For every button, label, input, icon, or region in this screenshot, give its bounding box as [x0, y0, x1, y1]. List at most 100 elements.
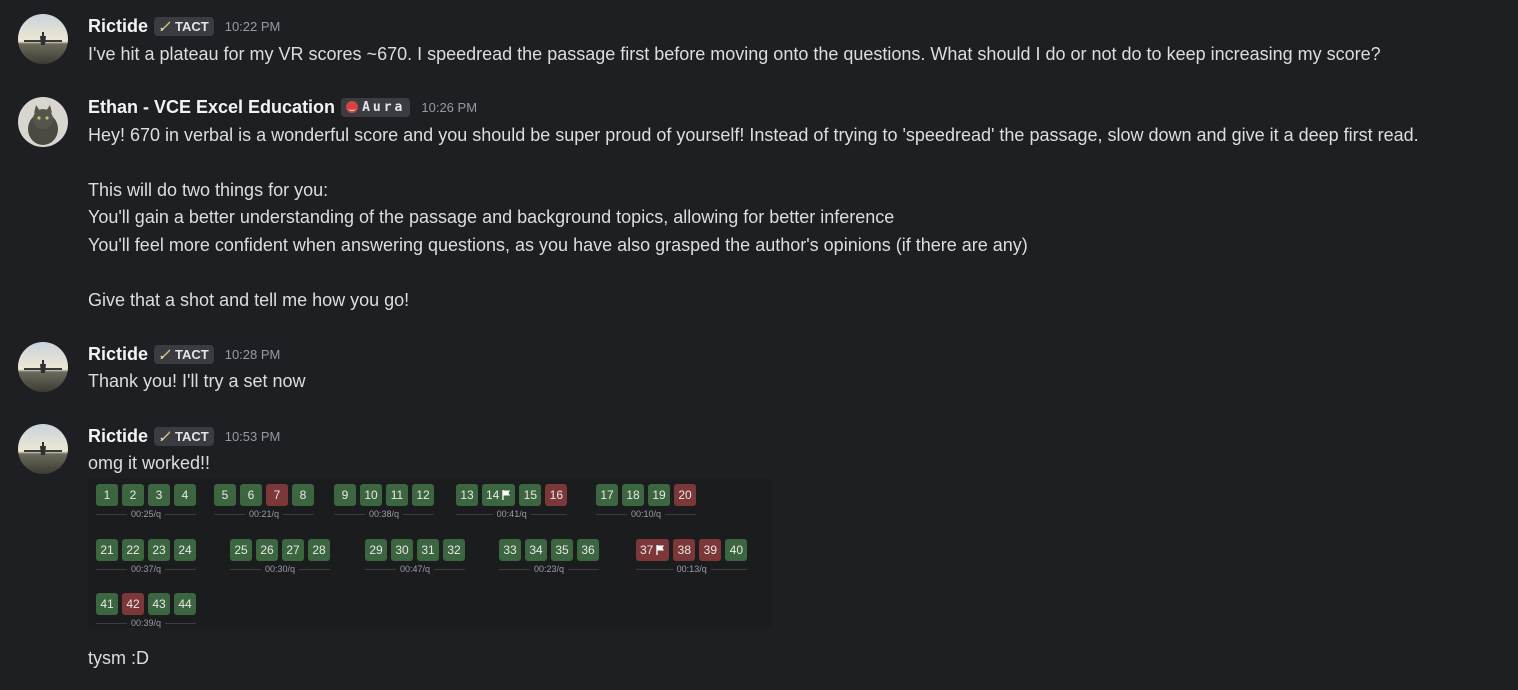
question-box-wrong: 42: [122, 593, 144, 615]
message-text: Give that a shot and tell me how you go!: [88, 290, 410, 310]
tag-label: Aura: [362, 99, 406, 115]
question-box-wrong: 38: [673, 539, 696, 561]
question-number: 11: [390, 488, 404, 502]
message-text: tysm :D: [88, 648, 149, 668]
divider: [530, 513, 568, 515]
server-tag[interactable]: Aura: [341, 97, 411, 117]
message-text: Thank you! I'll try a set now: [88, 371, 306, 391]
question-box-correct: 41: [96, 593, 118, 615]
question-boxes: 29 30 31 32: [365, 539, 465, 561]
question-number: 5: [221, 488, 229, 502]
message-text: You'll gain a better understanding of th…: [88, 207, 895, 227]
time-label: 00:10/q: [630, 509, 662, 519]
question-boxes: 37 38 39 40: [636, 539, 748, 561]
divider: [299, 568, 330, 570]
message-text: This will do two things for you:: [88, 180, 329, 200]
flag-icon: [502, 490, 511, 500]
message-header: Rictide TACT 10:28 PM: [88, 342, 280, 366]
airplane-sunset-avatar[interactable]: [18, 342, 68, 392]
divider: [96, 513, 127, 515]
question-box-correct: 13: [456, 484, 478, 506]
question-box-correct: 11: [386, 484, 408, 506]
question-number: 42: [126, 597, 140, 611]
question-number: 12: [416, 488, 430, 502]
question-box-correct: 44: [174, 593, 196, 615]
question-number: 7: [273, 488, 281, 502]
question-number: 31: [421, 543, 435, 557]
time-per-question: 00:13/q: [636, 564, 748, 574]
question-box-correct: 36: [577, 539, 599, 561]
divider: [710, 568, 748, 570]
question-group: 41 42 43 44 00:39/q: [96, 593, 196, 628]
time-per-question: 00:47/q: [365, 564, 465, 574]
question-number: 27: [286, 543, 300, 557]
question-box-correct: 12: [412, 484, 434, 506]
question-number: 36: [581, 543, 595, 557]
question-box-correct: 15: [519, 484, 542, 506]
divider: [230, 568, 261, 570]
question-boxes: 25 26 27 28: [230, 539, 330, 561]
username[interactable]: Rictide: [88, 344, 148, 365]
question-number: 34: [529, 543, 543, 557]
timestamp[interactable]: 10:53 PM: [225, 429, 281, 444]
question-number: 33: [503, 543, 517, 557]
cat-avatar[interactable]: [18, 97, 68, 147]
question-box-correct: 2: [122, 484, 144, 506]
question-number: 4: [181, 488, 189, 502]
question-number: 24: [178, 543, 192, 557]
question-box-correct: 29: [365, 539, 387, 561]
question-number: 16: [549, 488, 564, 502]
question-number: 14: [486, 488, 500, 502]
question-box-correct: 28: [308, 539, 330, 561]
question-number: 32: [447, 543, 461, 557]
question-box-wrong: 37: [636, 539, 670, 561]
server-tag[interactable]: TACT: [154, 16, 214, 36]
question-number: 2: [129, 488, 137, 502]
question-group: 29 30 31 32 00:47/q: [365, 539, 465, 574]
results-image-attachment[interactable]: 1 2 3 4 00:25/q 5 6 7 8 00:21/q 9 10 11 12 00:38/q 13 14…: [88, 478, 772, 628]
server-tag[interactable]: TACT: [154, 426, 214, 446]
username[interactable]: Rictide: [88, 426, 148, 447]
question-number: 15: [523, 488, 538, 502]
time-label: 00:41/q: [496, 509, 527, 519]
username[interactable]: Rictide: [88, 16, 148, 37]
question-box-correct: 31: [417, 539, 439, 561]
time-per-question: 00:39/q: [96, 618, 196, 628]
sword-icon: [158, 347, 172, 361]
divider: [214, 513, 245, 515]
question-box-correct: 4: [174, 484, 196, 506]
question-number: 37: [640, 543, 654, 557]
time-label: 00:13/q: [676, 564, 707, 574]
question-number: 20: [678, 488, 692, 502]
timestamp[interactable]: 10:28 PM: [225, 347, 281, 362]
message-header: Ethan - VCE Excel Education Aura 10:26 P…: [88, 95, 477, 119]
question-group: 21 22 23 24 00:37/q: [96, 539, 196, 574]
timestamp[interactable]: 10:22 PM: [225, 19, 281, 34]
question-box-correct: 9: [334, 484, 356, 506]
question-number: 10: [364, 488, 378, 502]
question-number: 9: [341, 488, 349, 502]
time-label: 00:39/q: [130, 618, 162, 628]
question-box-wrong: 7: [266, 484, 288, 506]
question-number: 21: [100, 543, 114, 557]
question-box-wrong: 16: [545, 484, 568, 506]
time-label: 00:25/q: [130, 509, 162, 519]
question-box-correct: 10: [360, 484, 382, 506]
message-text: Hey! 670 in verbal is a wonderful score …: [88, 125, 1419, 145]
username[interactable]: Ethan - VCE Excel Education: [88, 97, 335, 118]
question-box-correct: 35: [551, 539, 573, 561]
time-per-question: 00:25/q: [96, 509, 196, 519]
airplane-sunset-avatar[interactable]: [18, 14, 68, 64]
divider: [456, 513, 493, 515]
question-box-correct: 5: [214, 484, 236, 506]
time-per-question: 00:10/q: [596, 509, 696, 519]
divider: [165, 622, 196, 624]
server-tag[interactable]: TACT: [154, 344, 214, 364]
tag-label: TACT: [175, 18, 209, 34]
question-boxes: 5 6 7 8: [214, 484, 314, 506]
question-group: 13 14 15 16 00:41/q: [456, 484, 568, 519]
timestamp[interactable]: 10:26 PM: [421, 100, 477, 115]
question-number: 44: [178, 597, 192, 611]
airplane-sunset-avatar[interactable]: [18, 424, 68, 474]
tag-label: TACT: [175, 346, 209, 362]
